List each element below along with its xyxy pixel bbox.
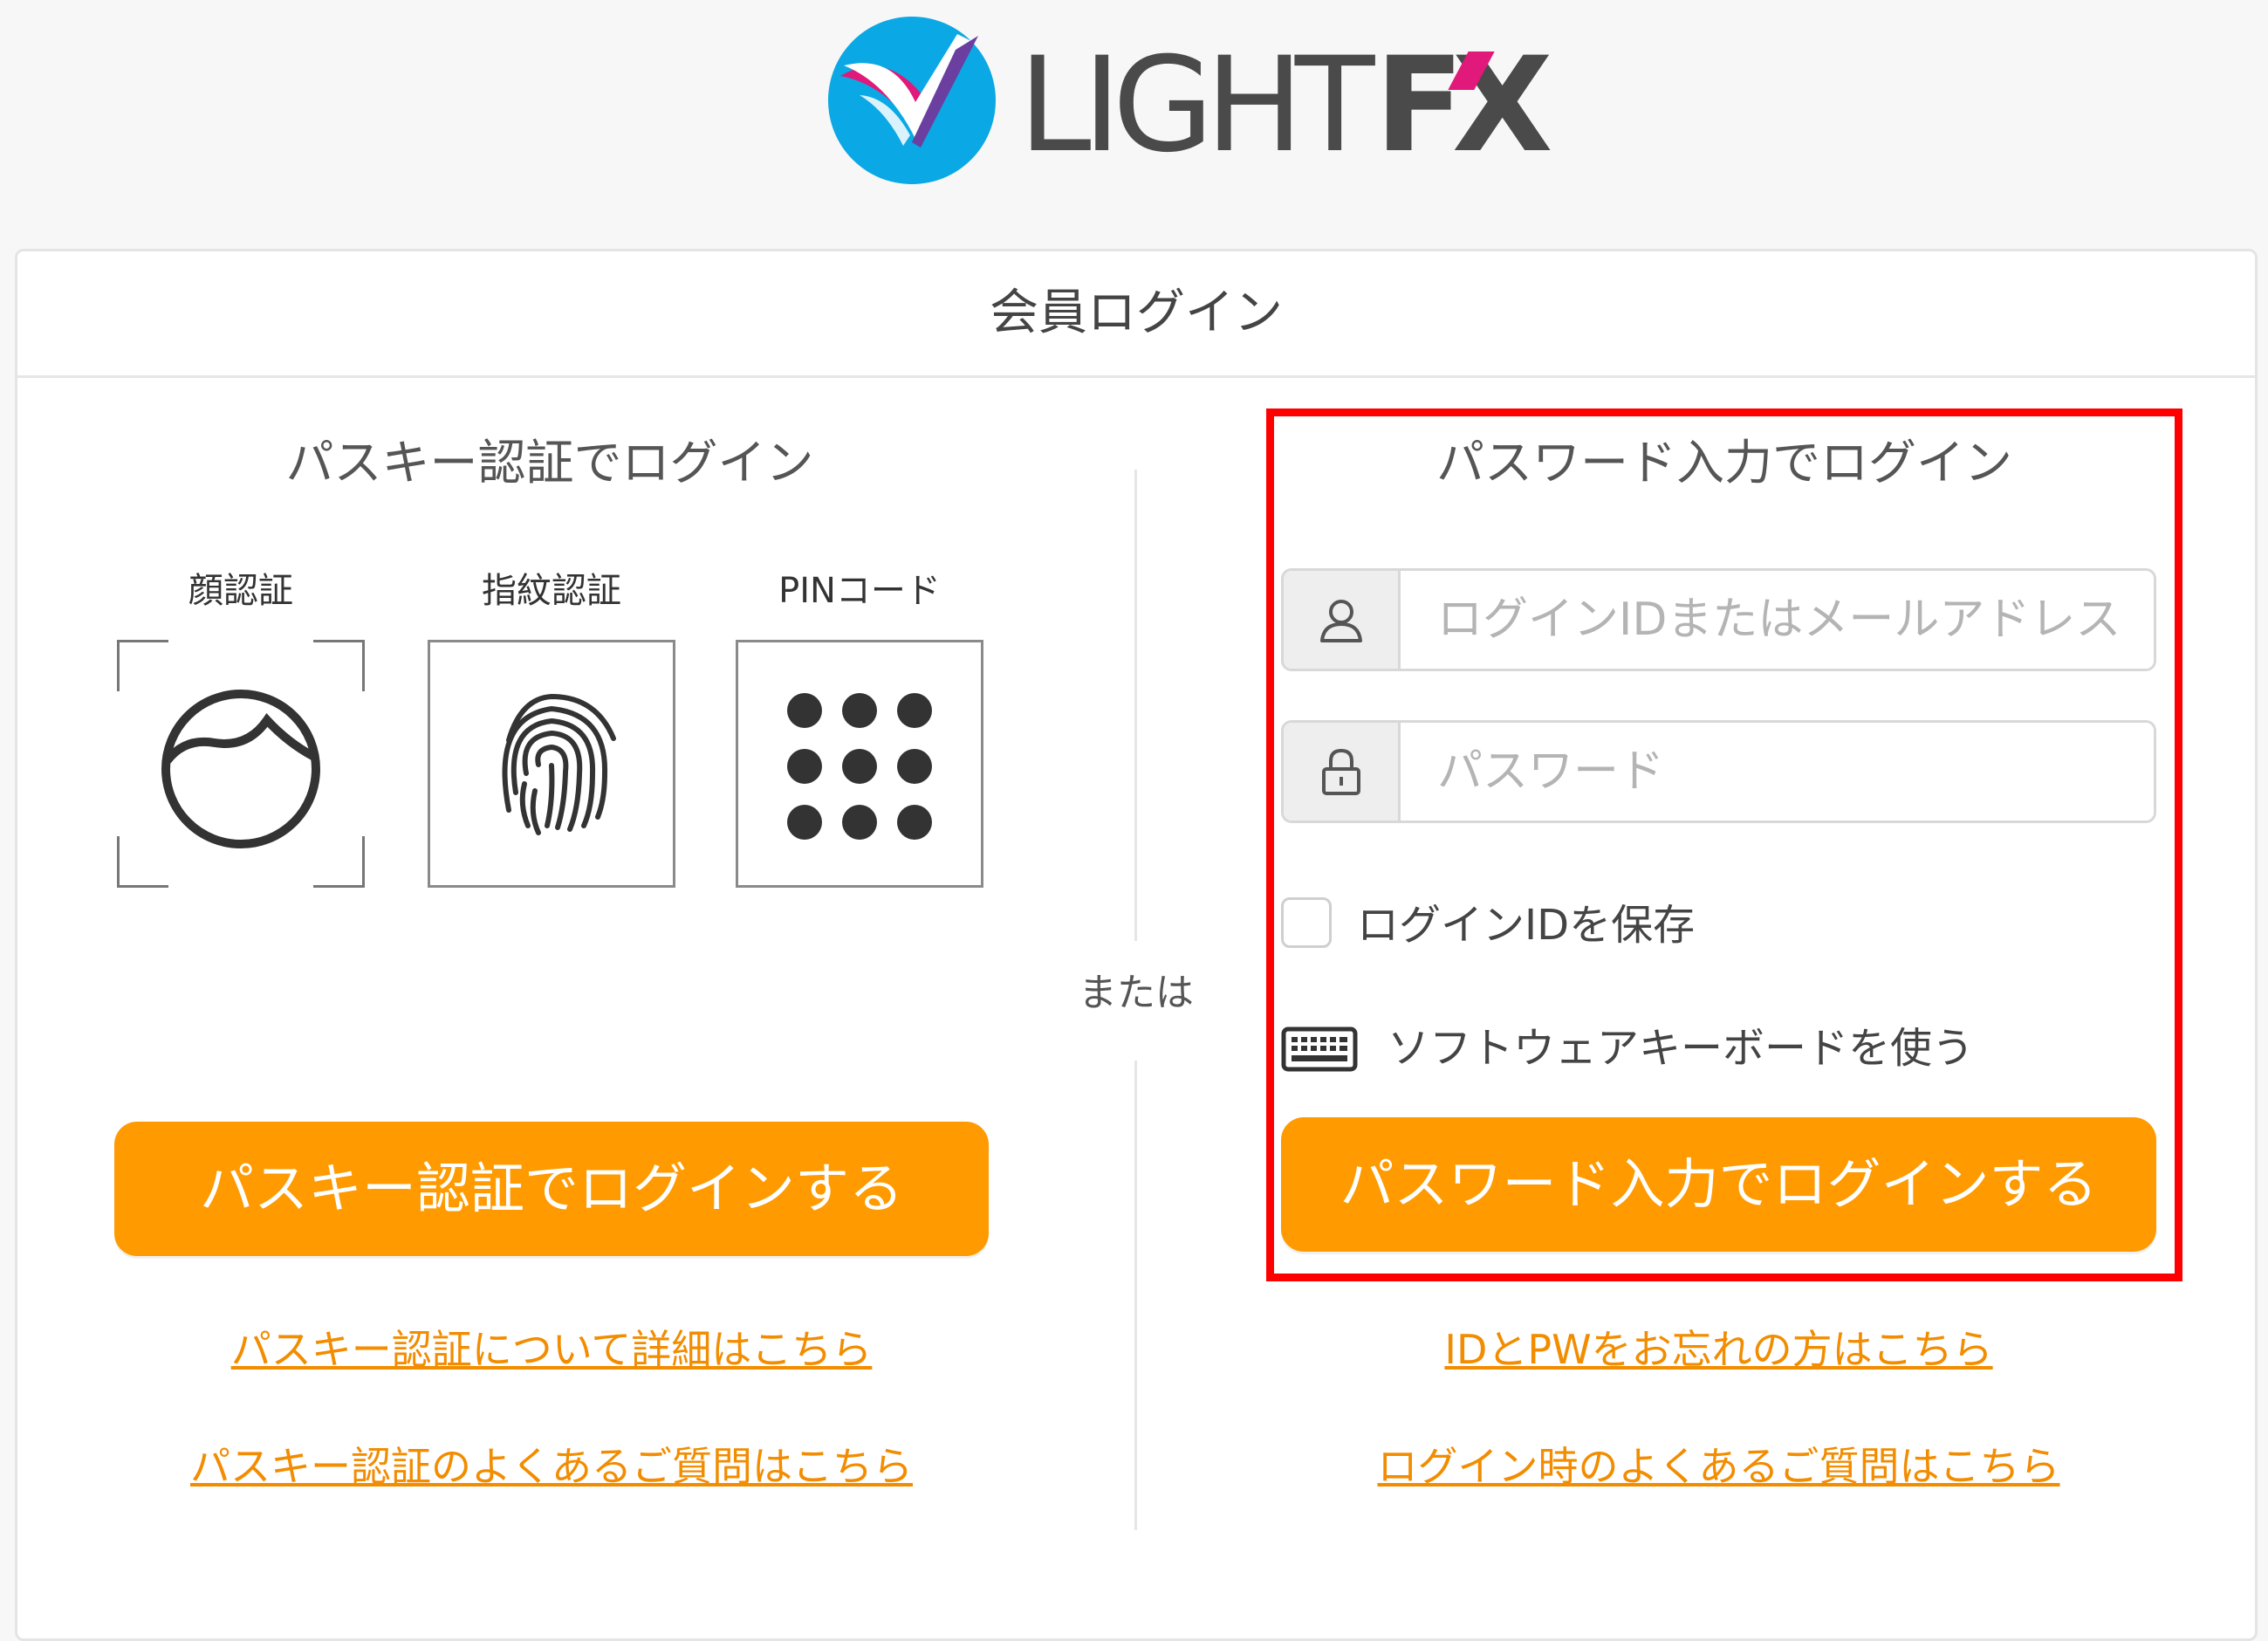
login-id-field [1281, 568, 2156, 671]
face-icon [161, 690, 320, 848]
logo-word-fx-text: FX [1374, 30, 1552, 182]
logo-word-fx: FX [1374, 40, 1552, 171]
soft-keyboard-label[interactable]: ソフトウェアキーボードを使う [1388, 1022, 1974, 1075]
save-id-checkbox[interactable] [1281, 897, 1332, 948]
pin-code-label: PINコード [778, 571, 941, 611]
password-section-title: パスワード入力でログイン [1435, 435, 2012, 491]
pin-code-option[interactable] [736, 640, 983, 888]
passkey-section-title: パスキー認証でログイン [285, 435, 814, 491]
card-header: 会員ログイン [17, 251, 2255, 378]
forgot-id-password-link[interactable]: IDとPWをお忘れの方はこちら [1281, 1323, 2156, 1376]
keyboard-icon[interactable] [1281, 1026, 1358, 1072]
fingerprint-auth-option[interactable] [428, 640, 675, 888]
face-auth-option[interactable] [117, 640, 365, 888]
login-id-input[interactable] [1401, 571, 2154, 669]
user-icon [1284, 571, 1401, 669]
password-login-button[interactable]: パスワード入力でログインする [1281, 1117, 2156, 1252]
save-id-label[interactable]: ログインIDを保存 [1357, 899, 1695, 951]
password-input[interactable] [1401, 723, 2154, 820]
logo-wordmark: LIGHT FX [1018, 30, 1553, 182]
passkey-login-button[interactable]: パスキー認証でログインする [114, 1122, 989, 1256]
login-faq-link[interactable]: ログイン時のよくあるご質問はこちら [1281, 1440, 2156, 1493]
vertical-divider [1134, 470, 1137, 941]
logo-check-icon [828, 17, 996, 184]
password-field [1281, 720, 2156, 823]
logo-word-light: LIGHT [1018, 30, 1374, 182]
face-auth-label: 顔認証 [188, 571, 293, 611]
fingerprint-icon [502, 693, 616, 835]
lock-icon [1284, 723, 1401, 820]
passkey-faq-link[interactable]: パスキー認証のよくあるご質問はこちら [114, 1440, 989, 1493]
pin-keypad-icon [787, 693, 932, 840]
vertical-divider [1134, 1061, 1137, 1530]
page-title: 会員ログイン [990, 285, 1283, 341]
fingerprint-auth-label: 指紋認証 [482, 571, 621, 611]
passkey-details-link[interactable]: パスキー認証について詳細はこちら [114, 1323, 989, 1376]
brand-logo: LIGHT FX [825, 13, 1553, 188]
or-separator: または [1079, 971, 1194, 1015]
